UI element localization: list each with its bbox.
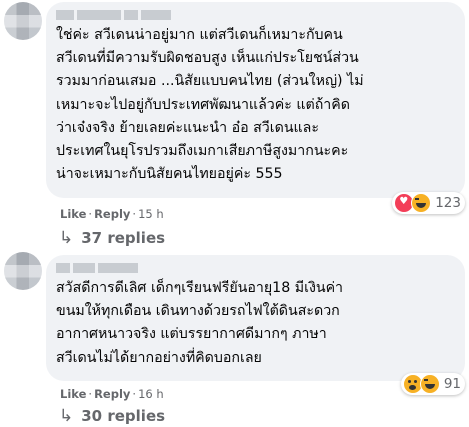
comment-text: สวัสดีการดีเลิศ เด็กๆเรียนฟรียันอายุ18 ม… [56,280,344,366]
reply-arrow-icon: ↳ [59,406,74,426]
reaction-count: 123 [435,195,461,211]
view-replies-link[interactable]: ↳ 30 replies [59,406,165,426]
comment-actions: Like · Reply · 15 h [60,207,164,221]
timestamp[interactable]: 16 h [138,387,164,401]
avatar[interactable] [4,2,42,40]
reply-arrow-icon: ↳ [59,228,74,248]
comment-bubble: ใช่ค่ะ สวีเดนน่าอยู่มาก แต่สวีเดนก็เหมาะ… [46,2,465,214]
haha-icon [411,193,432,213]
haha-icon [419,374,440,394]
replies-count: 37 replies [81,229,166,247]
like-button[interactable]: Like [60,387,86,401]
comment-actions: Like · Reply · 16 h [60,387,164,401]
reaction-summary[interactable]: 91 [400,373,465,395]
replies-count: 30 replies [81,407,166,425]
author-name-blurred[interactable] [56,261,216,275]
reaction-summary[interactable]: 123 [392,192,465,214]
author-name-blurred[interactable] [56,8,216,22]
comment-text: ใช่ค่ะ สวีเดนน่าอยู่มาก แต่สวีเดนก็เหมาะ… [56,27,364,183]
reply-button[interactable]: Reply [94,207,130,221]
avatar[interactable] [4,252,42,290]
reply-button[interactable]: Reply [94,387,130,401]
reaction-count: 91 [443,376,461,392]
like-button[interactable]: Like [60,207,86,221]
view-replies-link[interactable]: ↳ 37 replies [59,228,165,248]
comment-bubble: สวัสดีการดีเลิศ เด็กๆเรียนฟรียันอายุ18 ม… [46,255,465,395]
timestamp[interactable]: 15 h [138,207,164,221]
